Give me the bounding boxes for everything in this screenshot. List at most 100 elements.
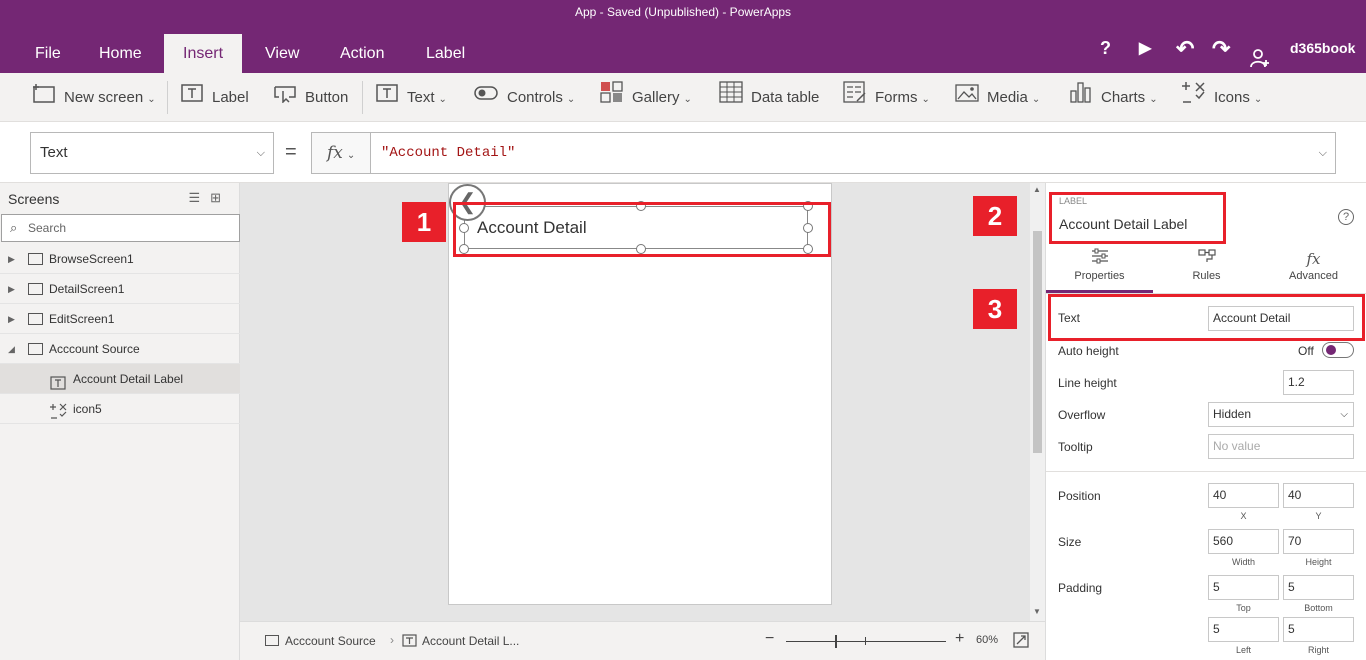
left-label: Left — [1235, 645, 1251, 655]
auto-height-toggle[interactable] — [1322, 342, 1354, 358]
height-label: Height — [1305, 557, 1332, 567]
fx-button[interactable]: fx ⌄ — [311, 132, 370, 174]
undo-icon[interactable]: ↶ — [1176, 24, 1194, 73]
status-bar: Acccount Source › Account Detail L... − … — [240, 621, 1045, 660]
tree-item-acccount-source[interactable]: ◢ Acccount Source — [0, 334, 240, 364]
top-label: Top — [1236, 603, 1251, 613]
height-input[interactable]: 70 — [1283, 529, 1354, 554]
overflow-dropdown[interactable]: Hidden ⌵ — [1208, 402, 1354, 427]
button-icon — [273, 74, 297, 123]
y-label: Y — [1315, 511, 1322, 521]
menu-bar: File Home Insert View Action Label ? ▶ ↶… — [0, 24, 1366, 73]
icons-icon — [1182, 74, 1206, 123]
line-height-input[interactable]: 1.2 — [1283, 370, 1354, 395]
tooltip-input[interactable]: No value — [1208, 434, 1354, 459]
width-input[interactable]: 560 — [1208, 529, 1279, 554]
properties-panel: LABEL Account Detail Label ? 2 Propertie… — [973, 183, 1366, 660]
text-button[interactable]: Text ⌄ — [375, 73, 447, 122]
menu-file[interactable]: File — [16, 34, 80, 73]
button-button[interactable]: Button — [273, 73, 348, 122]
menu-insert[interactable]: Insert — [164, 34, 243, 73]
tab-properties[interactable]: Properties — [1046, 246, 1153, 293]
chevron-down-icon: ⌄ — [346, 150, 356, 161]
tab-rules[interactable]: Rules — [1153, 246, 1260, 293]
zoom-slider[interactable] — [786, 641, 946, 642]
padding-bottom-input[interactable]: 5 — [1283, 575, 1354, 600]
tree-item-icon5[interactable]: icon5 — [0, 394, 240, 424]
charts-button[interactable]: Charts ⌄ — [1069, 73, 1158, 122]
icons-icon — [50, 400, 68, 430]
chart-icon — [1069, 74, 1093, 123]
fit-to-window-icon[interactable] — [1013, 632, 1029, 651]
expand-arrow-icon[interactable]: ▶ — [8, 274, 15, 304]
x-label: X — [1240, 511, 1247, 521]
property-dropdown[interactable]: Text ⌵ — [30, 132, 274, 174]
padding-top-input[interactable]: 5 — [1208, 575, 1279, 600]
new-screen-icon — [32, 74, 56, 123]
menu-action[interactable]: Action — [321, 34, 403, 73]
screens-title: Screens — [8, 191, 60, 207]
scroll-down-icon[interactable]: ▼ — [1033, 607, 1041, 616]
toggle-icon — [473, 74, 499, 123]
tree-item-account-detail-label[interactable]: Account Detail Label — [0, 364, 240, 394]
callout-box-3 — [1048, 294, 1365, 341]
callout-box-2 — [1049, 192, 1226, 244]
equals-sign: = — [285, 141, 297, 163]
tree-item-detailscreen1[interactable]: ▶ DetailScreen1 — [0, 274, 240, 304]
search-input[interactable]: ⌕ Search — [1, 214, 240, 242]
new-screen-button[interactable]: New screen ⌄ — [32, 73, 156, 122]
zoom-slider-thumb[interactable] — [835, 635, 837, 648]
label-button[interactable]: Label — [180, 73, 249, 122]
gallery-button[interactable]: Gallery ⌄ — [600, 73, 692, 122]
scroll-thumb[interactable] — [1033, 231, 1042, 453]
grid-view-icon[interactable]: ⊞ — [210, 190, 231, 205]
label-icon — [180, 74, 204, 123]
gallery-icon — [600, 74, 624, 123]
zoom-out-button[interactable]: − — [765, 630, 774, 648]
redo-icon[interactable]: ↷ — [1212, 24, 1230, 73]
list-view-icon[interactable]: ☰ — [188, 190, 210, 205]
chevron-down-icon: ⌵ — [256, 147, 265, 159]
forms-button[interactable]: Forms ⌄ — [843, 73, 930, 122]
screen-icon — [265, 635, 279, 646]
menu-view[interactable]: View — [246, 34, 318, 73]
zoom-in-button[interactable]: + — [955, 630, 964, 648]
menu-home[interactable]: Home — [80, 34, 161, 73]
tree-item-editscreen1[interactable]: ▶ EditScreen1 — [0, 304, 240, 334]
breadcrumb-screen[interactable]: Acccount Source — [285, 634, 376, 648]
data-table-button[interactable]: Data table — [719, 73, 819, 122]
label-icon — [402, 634, 417, 650]
padding-right-input[interactable]: 5 — [1283, 617, 1354, 642]
collapse-arrow-icon[interactable]: ◢ — [8, 334, 15, 364]
window-title: App - Saved (Unpublished) - PowerApps — [0, 0, 1366, 24]
view-toggle[interactable]: ☰⊞ — [188, 190, 231, 206]
menu-label[interactable]: Label — [407, 34, 484, 73]
help-icon[interactable]: ? — [1338, 209, 1354, 225]
position-y-input[interactable]: 40 — [1283, 483, 1354, 508]
media-button[interactable]: Media ⌄ — [955, 73, 1040, 122]
scroll-up-icon[interactable]: ▲ — [1033, 185, 1041, 194]
expand-arrow-icon[interactable]: ▶ — [8, 304, 15, 334]
padding-left-input[interactable]: 5 — [1208, 617, 1279, 642]
table-icon — [719, 74, 743, 123]
callout-badge-1: 1 — [402, 202, 446, 242]
icons-button[interactable]: Icons ⌄ — [1182, 73, 1262, 122]
position-x-input[interactable]: 40 — [1208, 483, 1279, 508]
expand-icon[interactable]: ⌵ — [1319, 133, 1327, 173]
width-label: Width — [1231, 557, 1255, 567]
screens-panel: Screens ☰⊞ ⌕ Search ▶ BrowseScreen1 ▶ Det… — [0, 183, 240, 660]
breadcrumb-control[interactable]: Account Detail L... — [422, 634, 519, 648]
expand-arrow-icon[interactable]: ▶ — [8, 244, 15, 274]
bottom-label: Bottom — [1304, 603, 1333, 613]
play-icon[interactable]: ▶ — [1139, 24, 1151, 73]
person-add-icon[interactable] — [1250, 38, 1270, 68]
tree-item-browsescreen1[interactable]: ▶ BrowseScreen1 — [0, 244, 240, 274]
controls-button[interactable]: Controls ⌄ — [473, 73, 575, 122]
formula-input[interactable]: "Account Detail" ⌵ — [370, 132, 1336, 174]
canvas-scrollbar[interactable]: ▲ ▼ — [1030, 183, 1045, 621]
user-name[interactable]: d365book — [1290, 24, 1355, 73]
tab-advanced[interactable]: fx Advanced — [1260, 246, 1366, 293]
help-icon[interactable]: ? — [1100, 24, 1111, 73]
chevron-down-icon: ⌵ — [1340, 409, 1348, 420]
callout-box-1 — [453, 202, 831, 257]
